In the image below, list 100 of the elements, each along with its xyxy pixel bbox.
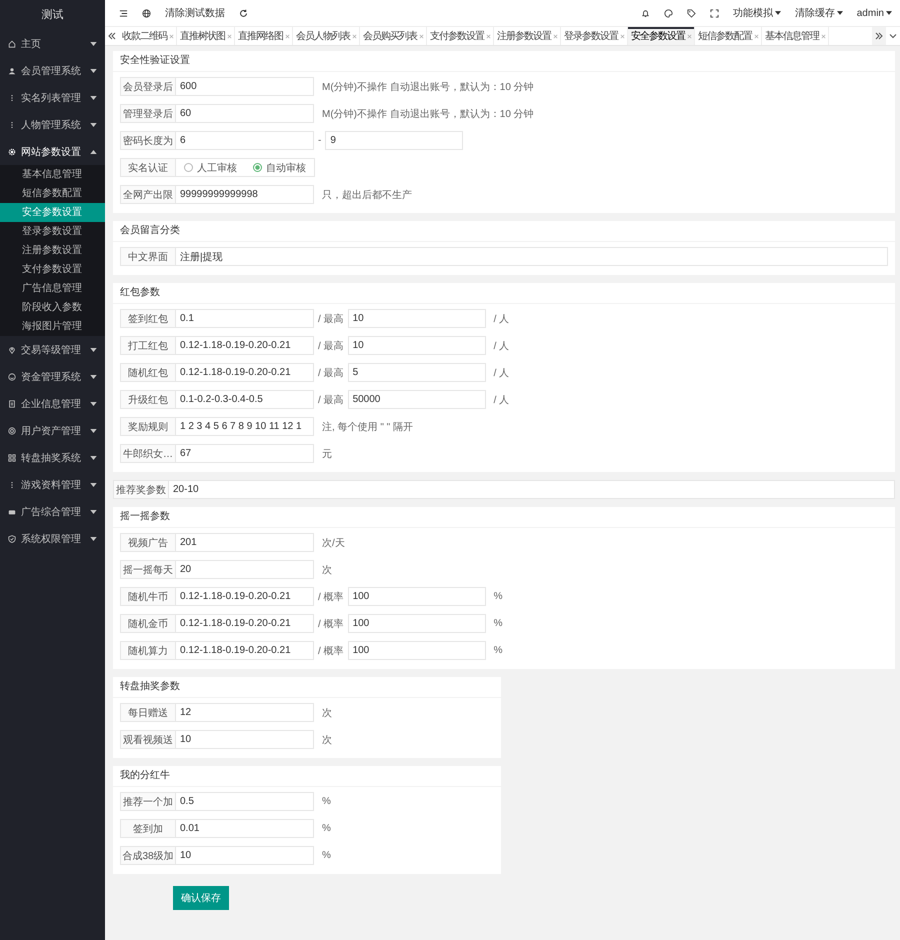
input-field[interactable]: 0.01 — [176, 819, 314, 838]
close-icon[interactable] — [620, 34, 625, 38]
input-field[interactable]: 12 — [176, 703, 314, 722]
close-icon[interactable] — [419, 34, 424, 38]
input-field[interactable]: 20-10 — [169, 480, 895, 499]
refresh-icon[interactable] — [239, 8, 248, 18]
field-label: 随机牛币 — [120, 587, 176, 606]
nav-item[interactable]: 系统权限管理 — [0, 525, 105, 552]
field-label: 随机金币 — [120, 614, 176, 633]
nav-item[interactable]: 人物管理系统 — [0, 111, 105, 138]
nav-item[interactable]: 资金管理系统 — [0, 363, 105, 390]
submenu-item[interactable]: 注册参数设置 — [0, 241, 105, 260]
hint-text: 元 — [321, 448, 332, 460]
input-field[interactable]: 6 — [176, 131, 314, 150]
nav-item[interactable]: 广告综合管理 — [0, 498, 105, 525]
submenu-item[interactable]: 安全参数设置 — [0, 203, 105, 222]
nav-item[interactable]: 会员管理系统 — [0, 57, 105, 84]
globe-icon[interactable] — [142, 8, 151, 18]
input-field[interactable]: 10 — [348, 309, 486, 328]
tab[interactable]: 支付参数设置 — [427, 27, 494, 45]
input-field[interactable]: 0.1 — [176, 309, 314, 328]
clear-test-data-button[interactable]: 清除测试数据 — [165, 6, 225, 20]
radio-option[interactable]: 自动审核 — [253, 160, 306, 174]
close-icon[interactable] — [285, 34, 290, 38]
input-field[interactable]: 1 2 3 4 5 6 7 8 9 10 11 12 1 — [176, 417, 314, 436]
input-field[interactable]: 注册|提现 — [176, 247, 888, 266]
nav-item[interactable]: 企业信息管理 — [0, 390, 105, 417]
nav-item[interactable]: 转盘抽奖系统 — [0, 444, 105, 471]
home-icon — [8, 40, 16, 48]
field-label: 升级红包 — [120, 390, 176, 409]
tab[interactable]: 直推网络图 — [235, 27, 293, 45]
input-field[interactable]: 10 — [176, 730, 314, 749]
tab[interactable]: 会员人物列表 — [293, 27, 360, 45]
fullscreen-icon[interactable] — [710, 8, 719, 18]
submenu-item[interactable]: 支付参数设置 — [0, 260, 105, 279]
field-label: 推荐奖参数 — [113, 480, 169, 499]
caret-down-icon — [90, 122, 97, 126]
save-button[interactable]: 确认保存 — [173, 886, 229, 910]
input-field[interactable]: 0.12-1.18-0.19-0.20-0.21 — [176, 614, 314, 633]
dropdown-menu[interactable]: 清除缓存 — [794, 6, 843, 20]
tab[interactable]: 短信参数配置 — [695, 27, 762, 45]
tab[interactable]: 收款二维码 — [119, 27, 177, 45]
hint-text: % — [321, 796, 331, 807]
tab[interactable]: 基本信息管理 — [762, 27, 829, 45]
close-icon[interactable] — [352, 34, 357, 38]
nav-item[interactable]: 实名列表管理 — [0, 84, 105, 111]
tab[interactable]: 会员购买列表 — [360, 27, 427, 45]
tab[interactable]: 直推树状图 — [177, 27, 235, 45]
input-field[interactable]: 9 — [325, 131, 464, 150]
input-field[interactable]: 50000 — [348, 390, 486, 409]
nav-item[interactable]: 网站参数设置 — [0, 138, 105, 165]
input-field[interactable]: 10 — [176, 846, 314, 865]
nav-item[interactable]: 用户资产管理 — [0, 417, 105, 444]
users-icon — [8, 66, 16, 74]
tag-icon[interactable] — [686, 8, 696, 18]
input-field[interactable]: 0.12-1.18-0.19-0.20-0.21 — [176, 641, 314, 660]
submenu-item[interactable]: 登录参数设置 — [0, 222, 105, 241]
input-field[interactable]: 99999999999998 — [176, 185, 314, 204]
tab[interactable]: 注册参数设置 — [494, 27, 561, 45]
bell-icon[interactable] — [640, 8, 650, 18]
input-field[interactable]: 0.1-0.2-0.3-0.4-0.5 — [176, 390, 314, 409]
input-field[interactable]: 60 — [176, 104, 314, 123]
close-icon[interactable] — [821, 34, 826, 38]
radio-button[interactable] — [253, 163, 262, 172]
input-field[interactable]: 0.12-1.18-0.19-0.20-0.21 — [176, 587, 314, 606]
input-field[interactable]: 100 — [348, 641, 486, 660]
dropdown-menu[interactable]: 功能模拟 — [732, 6, 781, 20]
nav-item[interactable]: 交易等级管理 — [0, 336, 105, 363]
scroll-right-icon[interactable] — [872, 27, 886, 45]
close-icon[interactable] — [553, 34, 558, 38]
submenu-item[interactable]: 海报图片管理 — [0, 317, 105, 336]
input-field[interactable]: 201 — [176, 533, 314, 552]
close-icon[interactable] — [169, 34, 174, 38]
nav-item[interactable]: 游戏资料管理 — [0, 471, 105, 498]
menu-icon[interactable] — [119, 8, 128, 18]
input-field[interactable]: 100 — [348, 614, 486, 633]
input-field[interactable]: 20 — [176, 560, 314, 579]
close-icon[interactable] — [227, 34, 232, 38]
submenu-item[interactable]: 广告信息管理 — [0, 279, 105, 298]
nav-item[interactable]: 主页 — [0, 30, 105, 57]
close-icon[interactable] — [754, 34, 759, 38]
input-field[interactable]: 5 — [348, 363, 486, 382]
tab[interactable]: 安全参数设置 — [628, 27, 695, 45]
input-field[interactable]: 0.12-1.18-0.19-0.20-0.21 — [176, 363, 314, 382]
submenu-item[interactable]: 短信参数配置 — [0, 184, 105, 203]
input-field[interactable]: 0.5 — [176, 792, 314, 811]
field-label: 打工红包 — [120, 336, 176, 355]
input-field[interactable]: 0.12-1.18-0.19-0.20-0.21 — [176, 336, 314, 355]
close-icon[interactable] — [687, 34, 692, 38]
submenu-item[interactable]: 阶段收入参数 — [0, 298, 105, 317]
input-field[interactable]: 10 — [348, 336, 486, 355]
radio-button[interactable] — [184, 163, 193, 172]
submenu-item[interactable]: 基本信息管理 — [0, 165, 105, 184]
input-field[interactable]: 600 — [176, 77, 314, 96]
input-field[interactable]: 67 — [176, 444, 314, 463]
dropdown-menu[interactable]: admin — [856, 8, 892, 18]
input-field[interactable]: 100 — [348, 587, 486, 606]
close-icon[interactable] — [486, 34, 491, 38]
radio-option[interactable]: 人工审核 — [184, 160, 237, 174]
palette-icon[interactable] — [664, 8, 673, 18]
